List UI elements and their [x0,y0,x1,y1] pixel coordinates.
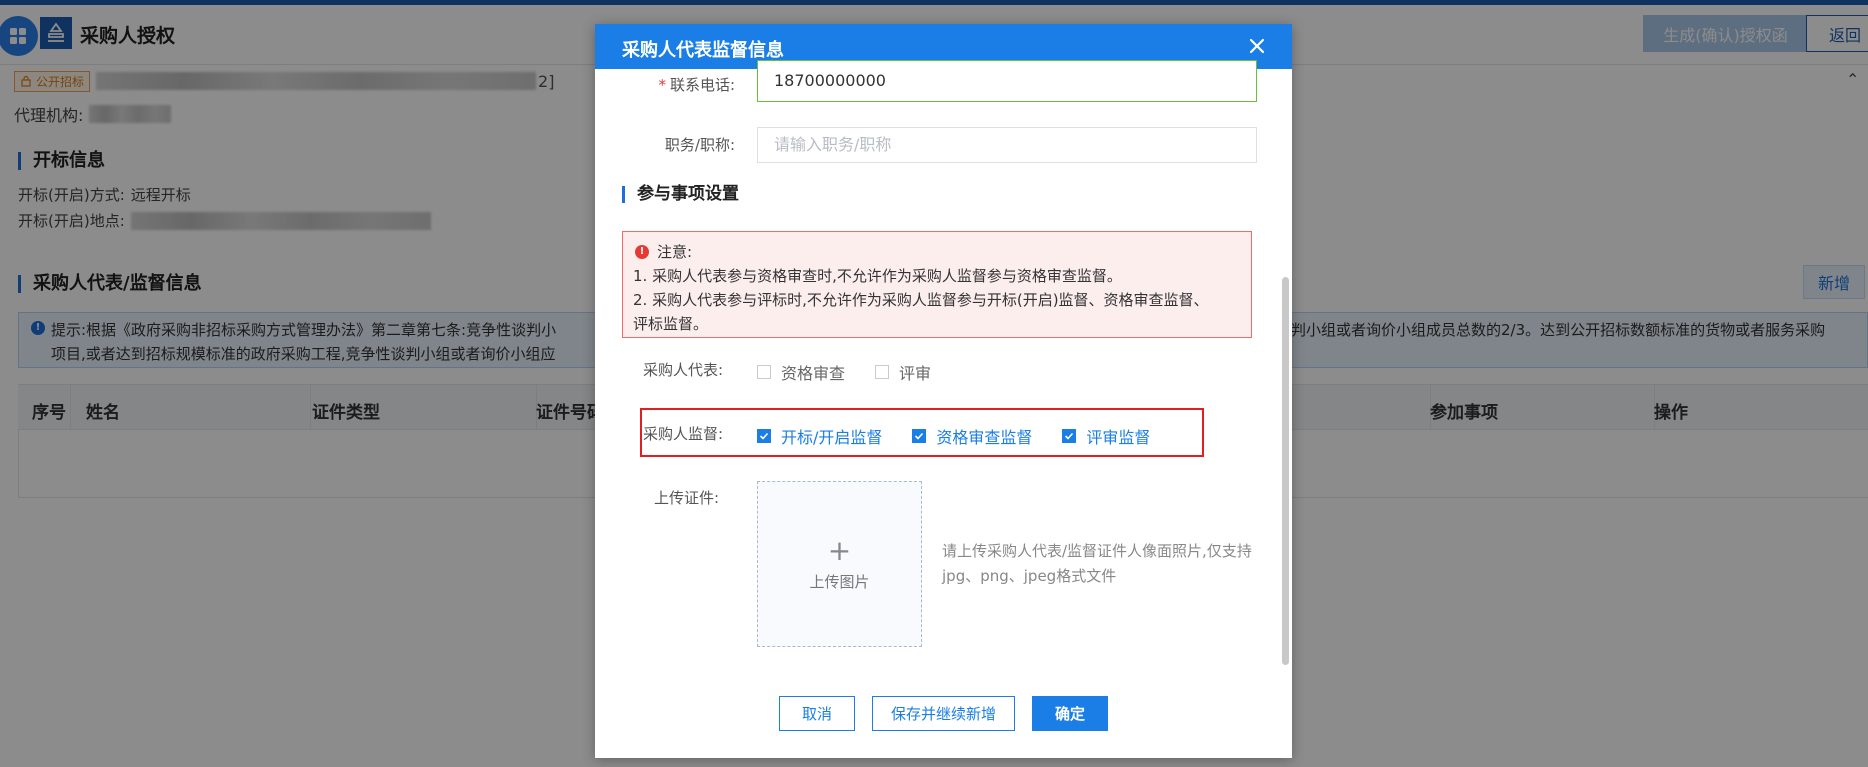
upload-label: 上传证件: [653,489,719,507]
sup-option-review[interactable]: 评审监督 [1062,424,1150,448]
rep-option-qualification[interactable]: 资格审查 [757,360,845,384]
dialog-scrollbar[interactable] [1282,277,1289,665]
checkbox-checked[interactable] [757,429,771,443]
dialog-title: 采购人代表监督信息 [622,40,784,61]
phone-input[interactable]: 18700000000 [757,60,1257,102]
confirm-button[interactable]: 确定 [1032,696,1108,731]
rep-option-review-label: 评审 [899,364,932,383]
rep-label: 采购人代表: [642,361,723,379]
job-title-input[interactable]: 请输入职务/职称 [757,127,1257,163]
warning-line-2: 2. 采购人代表参与评标时,不允许作为采购人监督参与开标(开启)监督、资格审查监… [633,291,1209,309]
checkbox-unchecked[interactable] [757,365,771,379]
phone-label-text: 联系电话: [669,76,735,94]
participation-warning: ! 注意: 1. 采购人代表参与资格审查时,不允许作为采购人监督参与资格审查监督… [622,231,1252,338]
cancel-button[interactable]: 取消 [779,696,855,731]
upload-dropzone[interactable]: + 上传图片 [757,481,922,647]
supervision-options: 开标/开启监督 资格审查监督 评审监督 [757,424,1180,448]
warning-line-1: 1. 采购人代表参与资格审查时,不允许作为采购人监督参与资格审查监督。 [633,267,1122,285]
upload-hint: 请上传采购人代表/监督证件人像面照片,仅支持jpg、png、jpeg格式文件 [942,542,1252,585]
participation-section-title: 参与事项设置 [622,186,739,203]
checkbox-unchecked[interactable] [875,365,890,379]
check-icon [915,432,924,440]
plus-icon: + [827,533,852,567]
sup-option-qualification[interactable]: 资格审查监督 [912,424,1032,448]
rep-option-review[interactable]: 评审 [875,360,931,384]
rep-option-qualification-label: 资格审查 [781,364,846,383]
warning-icon: ! [635,245,649,259]
close-icon [1249,38,1265,54]
phone-label: * 联系电话: [595,74,735,95]
sup-option-opening[interactable]: 开标/开启监督 [757,424,882,448]
rep-supervision-dialog: 采购人代表监督信息 * 联系电话: 18700000000 职务/职称: 请输入职… [595,24,1292,758]
job-title-placeholder: 请输入职务/职称 [774,135,892,154]
rep-options: 资格审查 评审 [757,360,961,384]
supervision-label: 采购人监督: [642,425,723,443]
check-icon [759,432,769,440]
sup-option-opening-label: 开标/开启监督 [781,428,883,447]
checkbox-checked[interactable] [912,429,927,443]
upload-button-text: 上传图片 [809,572,870,591]
checkbox-checked[interactable] [1062,429,1077,443]
warning-head: 注意: [657,243,693,261]
job-title-label: 职务/职称: [664,136,735,154]
required-mark: * [658,76,666,94]
sup-option-qualification-label: 资格审查监督 [936,428,1033,447]
dialog-close-button[interactable] [1247,36,1267,56]
warning-line-3: 评标监督。 [633,315,709,333]
save-and-continue-button[interactable]: 保存并继续新增 [872,696,1015,731]
sup-option-review-label: 评审监督 [1086,428,1151,447]
check-icon [1065,432,1074,440]
